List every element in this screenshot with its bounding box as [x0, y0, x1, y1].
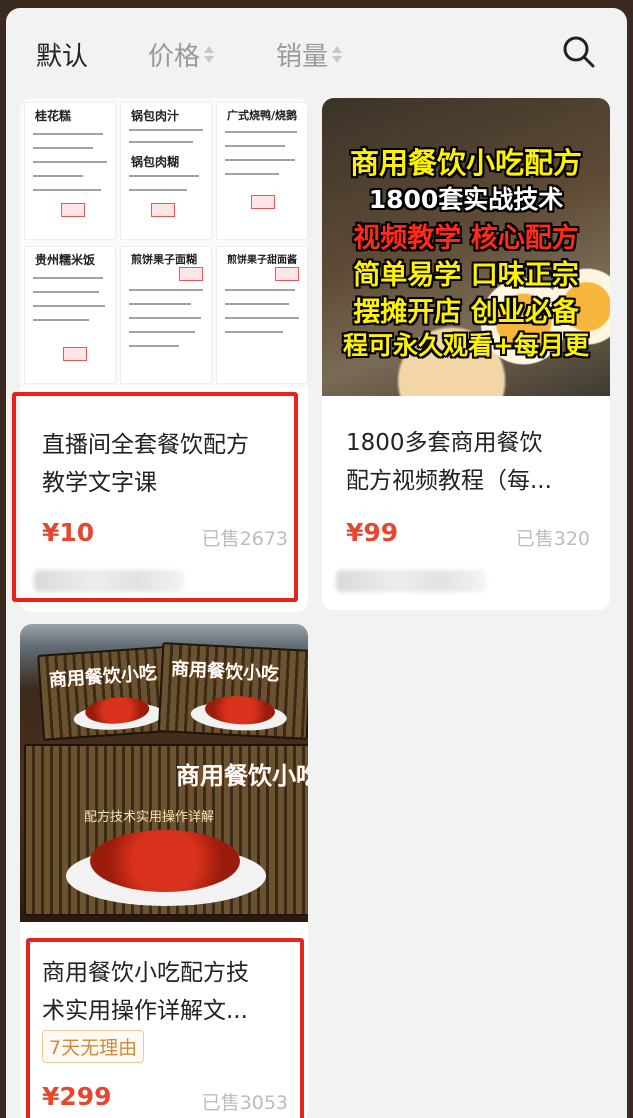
poster-text: 商用餐饮小吃配方	[349, 146, 582, 180]
product-thumbnail: 商用餐饮小吃 商用餐饮小吃 商用餐饮小吃 配方技术实用操作详解	[20, 624, 308, 922]
poster-text: 程可永久观看+每月更	[343, 331, 589, 360]
product-title-line: 配方视频教程（每...	[346, 468, 552, 494]
poster-text: 摆摊开店 创业必备	[353, 297, 579, 328]
product-list-screen: 默认 价格 销量 桂花糕 锅包肉汁 锅包肉糊 广式烧鸭/烧鹅 贵州糯米饭 煎饼果…	[6, 8, 627, 1118]
sort-arrows-icon	[204, 46, 215, 63]
product-thumbnail: 商用餐饮小吃配方 1800套实战技术 视频教学 核心配方 简单易学 口味正宗 摆…	[322, 98, 610, 396]
product-title-line: 1800多套商用餐饮	[346, 430, 543, 456]
book-cover: 商用餐饮小吃	[157, 642, 308, 740]
recipe-sheet: 锅包肉汁 锅包肉糊	[120, 102, 212, 240]
product-title: 1800多套商用餐饮 配方视频教程（每...	[346, 424, 586, 500]
sort-price-label: 价格	[148, 42, 201, 72]
recipe-sheet-title: 锅包肉糊	[131, 155, 180, 169]
recipe-sheet: 桂花糕	[24, 102, 116, 240]
book-title: 商用餐饮小吃	[176, 762, 308, 790]
sold-count: 已售320	[515, 528, 590, 550]
recipe-sheet-title: 贵州糯米饭	[35, 253, 96, 267]
highlight-box	[12, 392, 298, 602]
poster-text: 视频教学 核心配方	[353, 223, 579, 254]
sort-bar: 默认 价格 销量	[6, 8, 627, 96]
search-icon	[563, 36, 595, 68]
recipe-sheet: 煎饼果子甜面酱	[216, 246, 308, 384]
recipe-sheet: 广式烧鸭/烧鹅	[216, 102, 308, 240]
recipe-sheet-title: 煎饼果子甜面酱	[227, 255, 297, 266]
book-title: 商用餐饮小吃	[48, 662, 158, 692]
sort-sales-tab[interactable]: 销量	[276, 36, 343, 73]
poster-text: 1800套实战技术	[368, 185, 564, 214]
highlight-box	[26, 938, 304, 1118]
product-thumbnail: 桂花糕 锅包肉汁 锅包肉糊 广式烧鸭/烧鹅 贵州糯米饭 煎饼果子面糊 煎饼果子甜…	[20, 98, 308, 388]
sort-default-tab[interactable]: 默认	[36, 36, 88, 73]
recipe-sheet-title: 桂花糕	[35, 109, 72, 123]
sort-arrows-icon	[332, 46, 343, 63]
recipe-sheet: 煎饼果子面糊	[120, 246, 212, 384]
recipe-sheet-title: 煎饼果子面糊	[131, 253, 197, 266]
sort-price-tab[interactable]: 价格	[148, 36, 215, 73]
book-subtitle: 配方技术实用操作详解	[84, 810, 215, 825]
poster-text: 简单易学 口味正宗	[353, 260, 579, 291]
book-title: 商用餐饮小吃	[170, 658, 280, 686]
blurred-shop-name	[336, 570, 486, 592]
product-price: ¥99	[346, 518, 399, 547]
recipe-sheet-title: 广式烧鸭/烧鹅	[227, 109, 298, 122]
recipe-sheet: 贵州糯米饭	[24, 246, 116, 384]
sort-sales-label: 销量	[276, 42, 329, 72]
sort-default-label: 默认	[36, 42, 89, 72]
recipe-sheet-title: 锅包肉汁	[131, 109, 180, 123]
product-card[interactable]: 商用餐饮小吃配方 1800套实战技术 视频教学 核心配方 简单易学 口味正宗 摆…	[322, 98, 610, 610]
search-button[interactable]	[559, 32, 599, 72]
book-cover: 商用餐饮小吃 配方技术实用操作详解	[24, 744, 308, 916]
